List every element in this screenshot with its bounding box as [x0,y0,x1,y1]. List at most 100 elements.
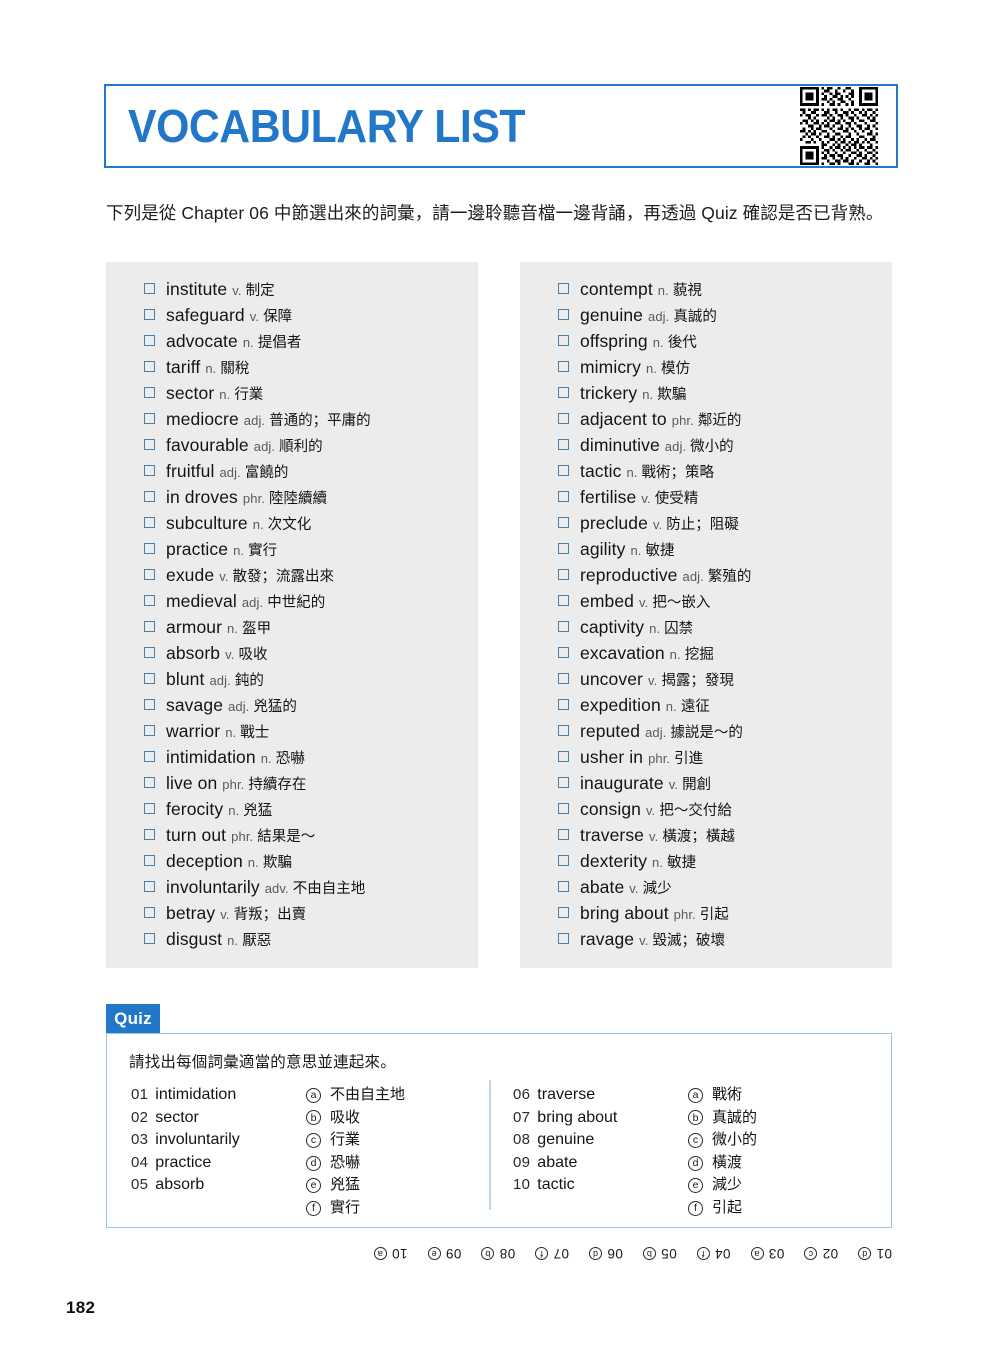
vocabulary-item[interactable]: diminutive adj. 微小的 [536,432,876,458]
checkbox-empty-icon[interactable] [558,803,569,814]
checkbox-empty-icon[interactable] [558,335,569,346]
vocabulary-item[interactable]: offspring n. 後代 [536,328,876,354]
checkbox-empty-icon[interactable] [144,881,155,892]
vocabulary-item[interactable]: safeguard v. 保障 [122,302,462,328]
checkbox-empty-icon[interactable] [558,491,569,502]
vocabulary-item[interactable]: exude v. 散發；流露出來 [122,562,462,588]
quiz-term-row[interactable]: 01 intimidation [131,1084,306,1107]
checkbox-empty-icon[interactable] [558,751,569,762]
checkbox-empty-icon[interactable] [144,803,155,814]
checkbox-empty-icon[interactable] [144,621,155,632]
checkbox-empty-icon[interactable] [144,387,155,398]
vocabulary-item[interactable]: inaugurate v. 開創 [536,770,876,796]
checkbox-empty-icon[interactable] [144,933,155,944]
checkbox-empty-icon[interactable] [558,283,569,294]
checkbox-empty-icon[interactable] [144,595,155,606]
checkbox-empty-icon[interactable] [144,491,155,502]
vocabulary-item[interactable]: excavation n. 挖掘 [536,640,876,666]
quiz-choice-row[interactable]: e 兇猛 [306,1174,456,1197]
vocabulary-item[interactable]: adjacent to phr. 鄰近的 [536,406,876,432]
checkbox-empty-icon[interactable] [144,413,155,424]
vocabulary-item[interactable]: uncover v. 揭露；發現 [536,666,876,692]
quiz-term-row[interactable]: 07 bring about [513,1107,688,1130]
vocabulary-item[interactable]: contempt n. 藐視 [536,276,876,302]
vocabulary-item[interactable]: tactic n. 戰術；策略 [536,458,876,484]
vocabulary-item[interactable]: bring about phr. 引起 [536,900,876,926]
checkbox-empty-icon[interactable] [144,465,155,476]
vocabulary-item[interactable]: consign v. 把～交付給 [536,796,876,822]
quiz-choice-row[interactable]: f 實行 [306,1197,456,1220]
checkbox-empty-icon[interactable] [558,413,569,424]
vocabulary-item[interactable]: disgust n. 厭惡 [122,926,462,952]
checkbox-empty-icon[interactable] [558,439,569,450]
quiz-choice-row[interactable]: d 恐嚇 [306,1152,456,1175]
quiz-term-row[interactable]: 09 abate [513,1152,688,1175]
checkbox-empty-icon[interactable] [144,335,155,346]
vocabulary-item[interactable]: abate v. 減少 [536,874,876,900]
vocabulary-item[interactable]: ferocity n. 兇猛 [122,796,462,822]
vocabulary-item[interactable]: practice n. 實行 [122,536,462,562]
checkbox-empty-icon[interactable] [144,517,155,528]
checkbox-empty-icon[interactable] [144,751,155,762]
checkbox-empty-icon[interactable] [144,283,155,294]
checkbox-empty-icon[interactable] [558,387,569,398]
vocabulary-item[interactable]: genuine adj. 真誠的 [536,302,876,328]
vocabulary-item[interactable]: trickery n. 欺騙 [536,380,876,406]
qr-code-icon[interactable] [800,87,878,165]
quiz-term-row[interactable]: 08 genuine [513,1129,688,1152]
checkbox-empty-icon[interactable] [144,569,155,580]
checkbox-empty-icon[interactable] [558,361,569,372]
checkbox-empty-icon[interactable] [144,647,155,658]
vocabulary-item[interactable]: advocate n. 提倡者 [122,328,462,354]
vocabulary-item[interactable]: tariff n. 關稅 [122,354,462,380]
vocabulary-item[interactable]: favourable adj. 順利的 [122,432,462,458]
vocabulary-item[interactable]: sector n. 行業 [122,380,462,406]
vocabulary-item[interactable]: preclude v. 防止；阻礙 [536,510,876,536]
vocabulary-item[interactable]: live on phr. 持續存在 [122,770,462,796]
quiz-term-row[interactable]: 06 traverse [513,1084,688,1107]
vocabulary-item[interactable]: turn out phr. 結果是～ [122,822,462,848]
quiz-term-row[interactable]: 05 absorb [131,1174,306,1197]
checkbox-empty-icon[interactable] [558,465,569,476]
vocabulary-item[interactable]: captivity n. 囚禁 [536,614,876,640]
checkbox-empty-icon[interactable] [144,361,155,372]
vocabulary-item[interactable]: in droves phr. 陸陸續續 [122,484,462,510]
vocabulary-item[interactable]: blunt adj. 鈍的 [122,666,462,692]
quiz-term-row[interactable]: 02 sector [131,1107,306,1130]
checkbox-empty-icon[interactable] [558,933,569,944]
vocabulary-item[interactable]: mediocre adj. 普通的；平庸的 [122,406,462,432]
quiz-choice-row[interactable]: e 減少 [688,1174,838,1197]
vocabulary-item[interactable]: involuntarily adv. 不由自主地 [122,874,462,900]
checkbox-empty-icon[interactable] [558,621,569,632]
vocabulary-item[interactable]: embed v. 把～嵌入 [536,588,876,614]
vocabulary-item[interactable]: fertilise v. 使受精 [536,484,876,510]
checkbox-empty-icon[interactable] [558,543,569,554]
vocabulary-item[interactable]: agility n. 敏捷 [536,536,876,562]
checkbox-empty-icon[interactable] [558,777,569,788]
vocabulary-item[interactable]: betray v. 背叛；出賣 [122,900,462,926]
checkbox-empty-icon[interactable] [144,777,155,788]
checkbox-empty-icon[interactable] [144,907,155,918]
vocabulary-item[interactable]: fruitful adj. 富饒的 [122,458,462,484]
vocabulary-item[interactable]: traverse v. 橫渡；橫越 [536,822,876,848]
vocabulary-item[interactable]: ravage v. 毀滅；破壞 [536,926,876,952]
checkbox-empty-icon[interactable] [558,855,569,866]
checkbox-empty-icon[interactable] [558,569,569,580]
vocabulary-item[interactable]: usher in phr. 引進 [536,744,876,770]
checkbox-empty-icon[interactable] [558,309,569,320]
checkbox-empty-icon[interactable] [144,725,155,736]
checkbox-empty-icon[interactable] [144,439,155,450]
vocabulary-item[interactable]: subculture n. 次文化 [122,510,462,536]
quiz-choice-row[interactable]: d 橫渡 [688,1152,838,1175]
checkbox-empty-icon[interactable] [558,881,569,892]
quiz-choice-row[interactable]: a 不由自主地 [306,1084,456,1107]
checkbox-empty-icon[interactable] [144,673,155,684]
vocabulary-item[interactable]: reputed adj. 據説是～的 [536,718,876,744]
checkbox-empty-icon[interactable] [144,699,155,710]
quiz-term-row[interactable]: 10 tactic [513,1174,688,1197]
checkbox-empty-icon[interactable] [144,309,155,320]
checkbox-empty-icon[interactable] [144,855,155,866]
quiz-term-row[interactable]: 04 practice [131,1152,306,1175]
checkbox-empty-icon[interactable] [558,699,569,710]
vocabulary-item[interactable]: intimidation n. 恐嚇 [122,744,462,770]
